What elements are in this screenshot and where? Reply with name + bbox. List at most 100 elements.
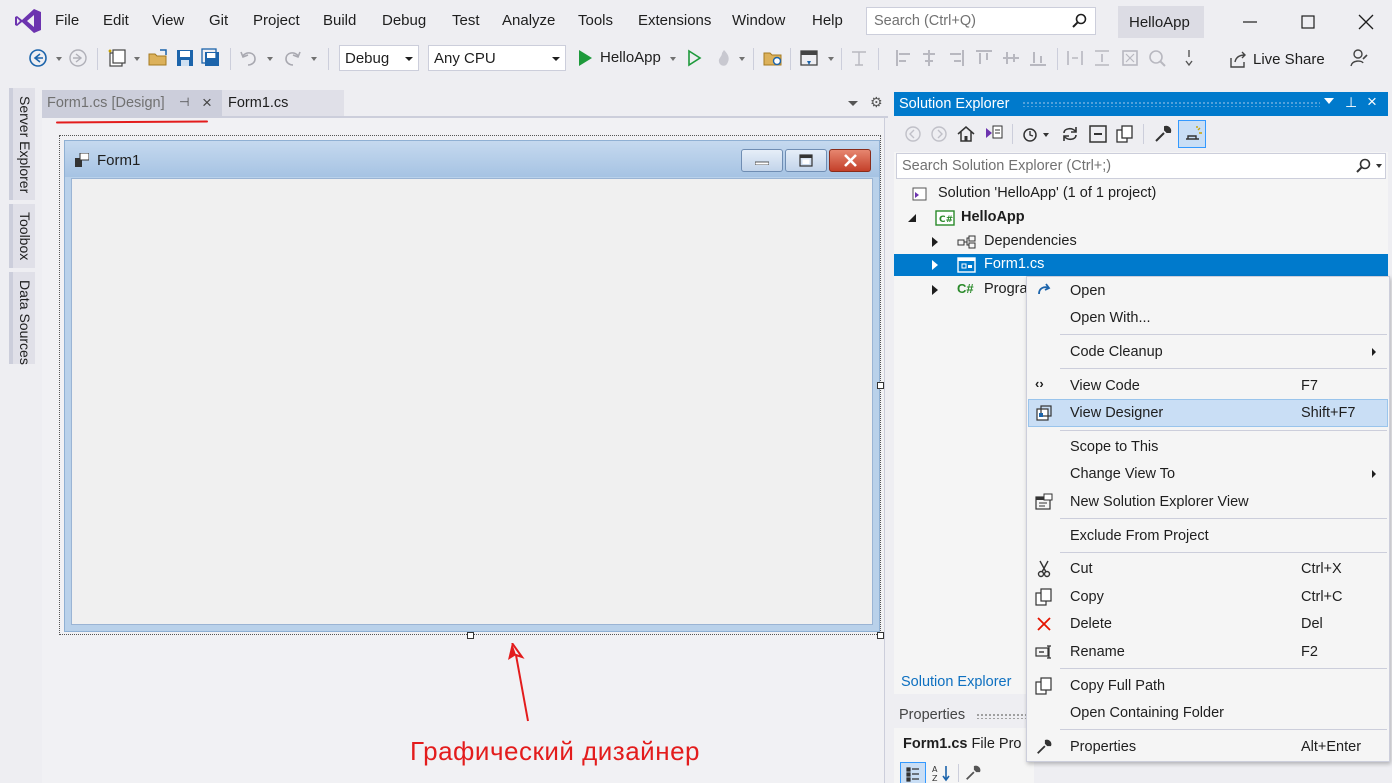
form-designer-window[interactable]: Form1 — [64, 140, 880, 632]
tree-item-form1[interactable]: Form1.cs — [894, 254, 1388, 276]
show-all-files-icon[interactable] — [1115, 124, 1135, 144]
menu-window[interactable]: Window — [732, 12, 785, 29]
collapse-all-icon[interactable] — [1088, 124, 1108, 144]
menu-edit[interactable]: Edit — [103, 12, 129, 29]
server-explorer-tab[interactable]: Server Explorer — [9, 88, 35, 200]
collapsed-arrow-icon[interactable] — [932, 260, 938, 270]
global-search-input[interactable]: Search (Ctrl+Q) — [866, 7, 1096, 35]
home-icon[interactable] — [956, 124, 976, 144]
make-same-width-icon[interactable] — [1064, 47, 1086, 69]
menu-item-cut[interactable]: Cut Ctrl+X — [1028, 556, 1388, 582]
start-debugging-icon[interactable] — [574, 47, 596, 69]
designer-surface[interactable]: Form1 Графический дизайнер — [42, 118, 885, 783]
menu-build[interactable]: Build — [323, 12, 356, 29]
close-window-icon[interactable] — [1356, 12, 1376, 32]
menu-debug[interactable]: Debug — [382, 12, 426, 29]
menu-item-open-with[interactable]: Open With... — [1028, 305, 1388, 331]
collapsed-arrow-icon[interactable] — [932, 237, 938, 247]
run-target-dropdown-arrow-icon[interactable] — [670, 57, 676, 61]
toolbar-options-icon[interactable] — [1178, 47, 1200, 69]
save-all-icon[interactable] — [200, 47, 222, 69]
collapsed-arrow-icon[interactable] — [932, 285, 938, 295]
minimize-icon[interactable] — [1240, 12, 1260, 32]
menu-help[interactable]: Help — [812, 12, 843, 29]
align-centers-icon[interactable] — [918, 47, 940, 69]
forward-icon[interactable] — [930, 125, 948, 143]
new-project-icon[interactable] — [106, 47, 128, 69]
expanded-arrow-icon[interactable] — [908, 214, 916, 222]
menu-item-delete[interactable]: Delete Del — [1028, 611, 1388, 637]
solution-platform-select[interactable]: Any CPU — [428, 45, 566, 71]
align-lefts-icon[interactable] — [893, 47, 915, 69]
wrench-icon[interactable] — [1153, 124, 1173, 144]
wrench-icon[interactable] — [964, 764, 982, 782]
tab-solution-explorer[interactable]: Solution Explorer — [894, 672, 1022, 694]
search-options-chevron-icon[interactable] — [1376, 164, 1382, 168]
menu-item-scope-to-this[interactable]: Scope to This — [1028, 434, 1388, 460]
resize-handle-bottom[interactable] — [467, 632, 474, 639]
menu-item-open-containing-folder[interactable]: Open Containing Folder — [1028, 700, 1388, 726]
menu-test[interactable]: Test — [452, 12, 480, 29]
toolbox-tab[interactable]: Toolbox — [9, 204, 35, 268]
hot-reload-icon[interactable] — [713, 47, 735, 69]
navigate-back-icon[interactable] — [27, 47, 49, 69]
menu-project[interactable]: Project — [253, 12, 300, 29]
back-icon[interactable] — [904, 125, 922, 143]
menu-item-code-cleanup[interactable]: Code Cleanup — [1028, 339, 1388, 365]
pin-icon[interactable]: ⊣ — [179, 95, 189, 109]
tab-overflow-chevron-icon[interactable] — [848, 101, 858, 106]
close-panel-icon[interactable]: × — [1367, 92, 1377, 112]
menu-item-copy[interactable]: Copy Ctrl+C — [1028, 584, 1388, 610]
align-middles-icon[interactable] — [1000, 47, 1022, 69]
close-tab-icon[interactable]: × — [202, 93, 212, 113]
tab-form1-code[interactable]: Form1.cs — [222, 90, 344, 116]
window-layout-icon[interactable] — [798, 47, 820, 69]
menu-analyze[interactable]: Analyze — [502, 12, 555, 29]
categorized-toggle[interactable] — [900, 762, 926, 783]
browse-folder-icon[interactable] — [762, 47, 784, 69]
start-debugging-label[interactable]: HelloApp — [600, 49, 661, 66]
menu-item-view-code[interactable]: ‹› View Code F7 — [1028, 373, 1388, 399]
menu-extensions[interactable]: Extensions — [638, 12, 711, 29]
open-folder-icon[interactable] — [147, 47, 169, 69]
resize-handle-bottom-right[interactable] — [877, 632, 884, 639]
start-without-debugging-icon[interactable] — [683, 47, 705, 69]
tree-item-project[interactable]: C# HelloApp — [894, 206, 1388, 230]
align-to-grid-icon[interactable] — [848, 47, 870, 69]
save-icon[interactable] — [174, 47, 196, 69]
menu-git[interactable]: Git — [209, 12, 228, 29]
maximize-icon[interactable] — [1298, 12, 1318, 32]
zoom-icon[interactable] — [1146, 47, 1168, 69]
menu-item-copy-full-path[interactable]: Copy Full Path — [1028, 673, 1388, 699]
make-same-height-icon[interactable] — [1091, 47, 1113, 69]
preview-selected-items-toggle[interactable] — [1178, 120, 1206, 148]
menu-item-new-solution-explorer-view[interactable]: New Solution Explorer View — [1028, 489, 1388, 515]
pin-icon[interactable]: ⊥ — [1345, 94, 1357, 111]
window-position-chevron-icon[interactable] — [1324, 98, 1334, 104]
menu-file[interactable]: File — [55, 12, 79, 29]
tree-item-solution[interactable]: Solution 'HelloApp' (1 of 1 project) — [894, 182, 1388, 206]
pending-changes-filter-icon[interactable] — [1020, 124, 1040, 144]
sync-refresh-icon[interactable] — [1060, 124, 1080, 144]
menu-view[interactable]: View — [152, 12, 184, 29]
redo-dropdown-arrow-icon[interactable] — [311, 57, 317, 61]
resize-handle-right[interactable] — [877, 382, 884, 389]
layout-dropdown-arrow-icon[interactable] — [828, 57, 834, 61]
navigate-forward-icon[interactable] — [67, 47, 89, 69]
back-dropdown-arrow-icon[interactable] — [56, 57, 62, 61]
align-rights-icon[interactable] — [945, 47, 967, 69]
hot-reload-dropdown-arrow-icon[interactable] — [739, 57, 745, 61]
align-tops-icon[interactable] — [973, 47, 995, 69]
switch-views-icon[interactable] — [982, 124, 1004, 144]
filter-dropdown-arrow-icon[interactable] — [1043, 133, 1049, 137]
new-item-dropdown-arrow-icon[interactable] — [134, 57, 140, 61]
gear-icon[interactable]: ⚙ — [870, 94, 883, 111]
menu-item-exclude-from-project[interactable]: Exclude From Project — [1028, 523, 1388, 549]
menu-item-view-designer[interactable]: View Designer Shift+F7 — [1028, 399, 1388, 427]
menu-tools[interactable]: Tools — [578, 12, 613, 29]
menu-item-change-view-to[interactable]: Change View To — [1028, 461, 1388, 487]
data-sources-tab[interactable]: Data Sources — [9, 272, 35, 365]
alphabetical-sort-icon[interactable]: AZ — [932, 764, 952, 782]
tab-form1-design[interactable]: Form1.cs [Design] ⊣ × — [42, 90, 222, 116]
menu-item-properties[interactable]: Properties Alt+Enter — [1028, 734, 1388, 760]
